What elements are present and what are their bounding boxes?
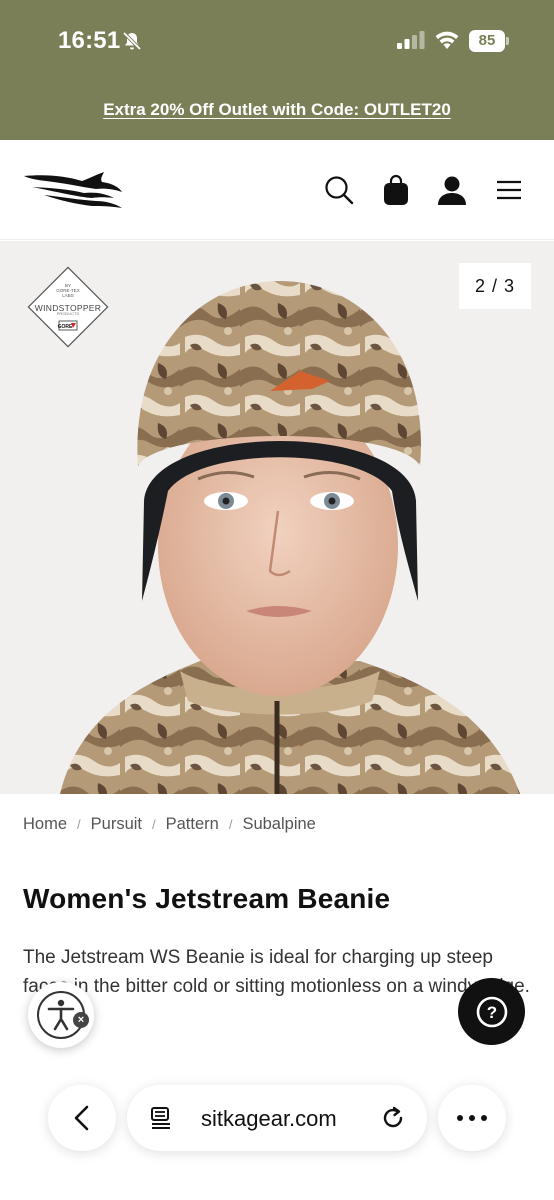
battery-level: 85 [469,30,505,52]
bell-slash-icon [122,31,142,51]
breadcrumb-home[interactable]: Home [23,815,67,834]
sitka-logo[interactable] [22,170,124,210]
help-button[interactable]: ? [458,978,525,1045]
help-glyph: ? [486,1003,496,1022]
badge-label: WINDSTOPPER [34,303,102,313]
address-bar[interactable]: sitkagear.com [127,1085,427,1151]
promo-link[interactable]: Extra 20% Off Outlet with Code: OUTLET20 [103,100,451,120]
breadcrumb-separator: / [228,816,233,832]
menu-icon[interactable] [492,173,526,207]
ellipsis-icon [457,1115,487,1121]
status-time: 16:51 [58,27,121,54]
back-button[interactable] [48,1085,116,1151]
url-text[interactable]: sitkagear.com [201,1106,337,1132]
product-title: Women's Jetstream Beanie [23,883,391,914]
svg-text:LABS: LABS [62,293,74,298]
site-header [0,140,554,240]
breadcrumb-separator: / [77,816,81,832]
product-image[interactable]: BY GORE-TEX LABS PRODUCTS GORE WINDSTOPP… [0,241,554,794]
more-options-button[interactable] [438,1085,506,1151]
reload-icon[interactable] [380,1105,406,1131]
breadcrumb-separator: / [152,816,156,832]
breadcrumb: Home / Pursuit / Pattern / Subalpine [23,813,316,835]
windstopper-badge: BY GORE-TEX LABS PRODUCTS GORE WINDSTOPP… [26,265,110,349]
svg-text:GORE: GORE [58,324,73,330]
breadcrumb-pattern[interactable]: Pattern [166,815,219,834]
cellular-signal-icon [397,31,425,49]
accessibility-close-icon[interactable]: × [73,1012,89,1028]
promo-banner: Extra 20% Off Outlet with Code: OUTLET20 [0,80,554,140]
account-icon[interactable] [435,173,469,207]
accessibility-button[interactable]: × [28,982,94,1048]
reader-mode-icon[interactable] [149,1106,173,1130]
battery-icon: 85 [469,30,509,52]
shopping-bag-icon[interactable] [379,173,413,207]
search-icon[interactable] [322,173,356,207]
breadcrumb-subalpine[interactable]: Subalpine [242,815,315,834]
chevron-left-icon [74,1105,89,1131]
wifi-icon [435,31,459,49]
status-bar: 16:51 85 [0,0,554,80]
product-description: The Jetstream WS Beanie is ideal for cha… [23,947,530,997]
help-icon: ? [476,996,507,1027]
image-counter: 2 / 3 [459,263,531,309]
breadcrumb-pursuit[interactable]: Pursuit [91,815,142,834]
